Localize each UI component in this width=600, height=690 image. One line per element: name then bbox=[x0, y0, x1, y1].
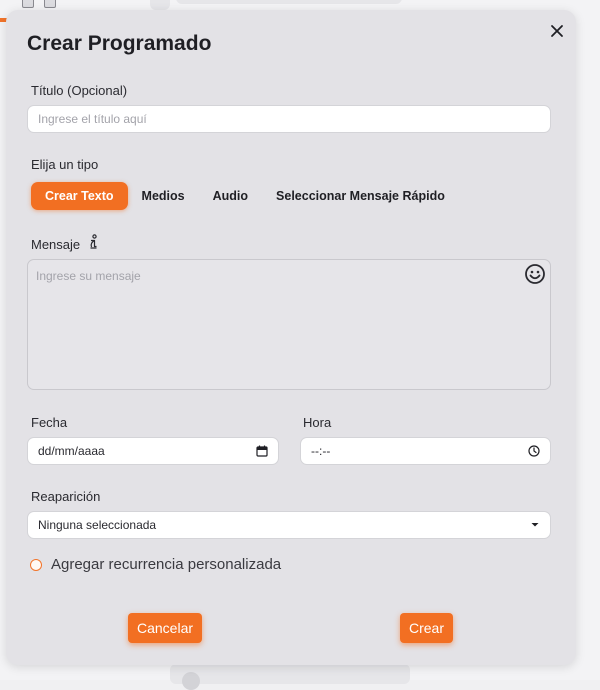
repeat-select-value: Ninguna seleccionada bbox=[38, 518, 157, 532]
tab-audio[interactable]: Audio bbox=[199, 182, 262, 210]
title-input[interactable] bbox=[27, 105, 551, 133]
create-button[interactable]: Crear bbox=[400, 613, 454, 643]
tab-medios[interactable]: Medios bbox=[128, 182, 199, 210]
type-tabs: Crear Texto Medios Audio Seleccionar Men… bbox=[31, 182, 459, 210]
message-field-label: Mensaje bbox=[31, 237, 81, 252]
repeat-select[interactable]: Ninguna seleccionada bbox=[27, 511, 551, 539]
cancel-button[interactable]: Cancelar bbox=[128, 613, 203, 643]
tab-seleccionar-mensaje-rapido[interactable]: Seleccionar Mensaje Rápido bbox=[262, 182, 459, 210]
background-avatar bbox=[182, 672, 200, 690]
modal-title: Crear Programado bbox=[27, 32, 212, 55]
type-selector-label: Elija un tipo bbox=[31, 157, 99, 172]
create-scheduled-modal: Crear Programado Título (Opcional) Elija… bbox=[6, 10, 576, 665]
close-button[interactable] bbox=[546, 20, 568, 42]
background-toolbar-icon bbox=[44, 0, 56, 8]
background-panel bbox=[150, 0, 170, 10]
clock-icon[interactable] bbox=[528, 445, 540, 457]
repeat-field-label: Reaparición bbox=[31, 489, 101, 504]
date-input-value: dd/mm/aaaa bbox=[38, 444, 105, 458]
close-icon bbox=[551, 25, 563, 37]
calendar-icon[interactable] bbox=[256, 445, 268, 457]
date-input[interactable]: dd/mm/aaaa bbox=[27, 437, 279, 465]
custom-recurrence-label: Agregar recurrencia personalizada bbox=[51, 556, 282, 573]
date-field-label: Fecha bbox=[31, 415, 68, 430]
custom-recurrence-radio[interactable] bbox=[30, 558, 42, 571]
time-field-label: Hora bbox=[303, 415, 332, 430]
background-toolbar-icon bbox=[22, 0, 34, 8]
background-panel bbox=[176, 0, 402, 4]
tab-crear-texto[interactable]: Crear Texto bbox=[31, 182, 128, 210]
time-input-value: --:-- bbox=[311, 444, 331, 458]
caret-down-icon bbox=[531, 523, 539, 527]
background-panel bbox=[170, 664, 410, 684]
info-icon[interactable] bbox=[86, 234, 100, 250]
message-textarea[interactable] bbox=[27, 259, 551, 390]
title-field-label: Título (Opcional) bbox=[31, 83, 128, 98]
custom-recurrence-option[interactable]: Agregar recurrencia personalizada bbox=[30, 556, 281, 573]
time-input[interactable]: --:-- bbox=[300, 437, 551, 465]
emoji-icon[interactable] bbox=[524, 263, 546, 285]
